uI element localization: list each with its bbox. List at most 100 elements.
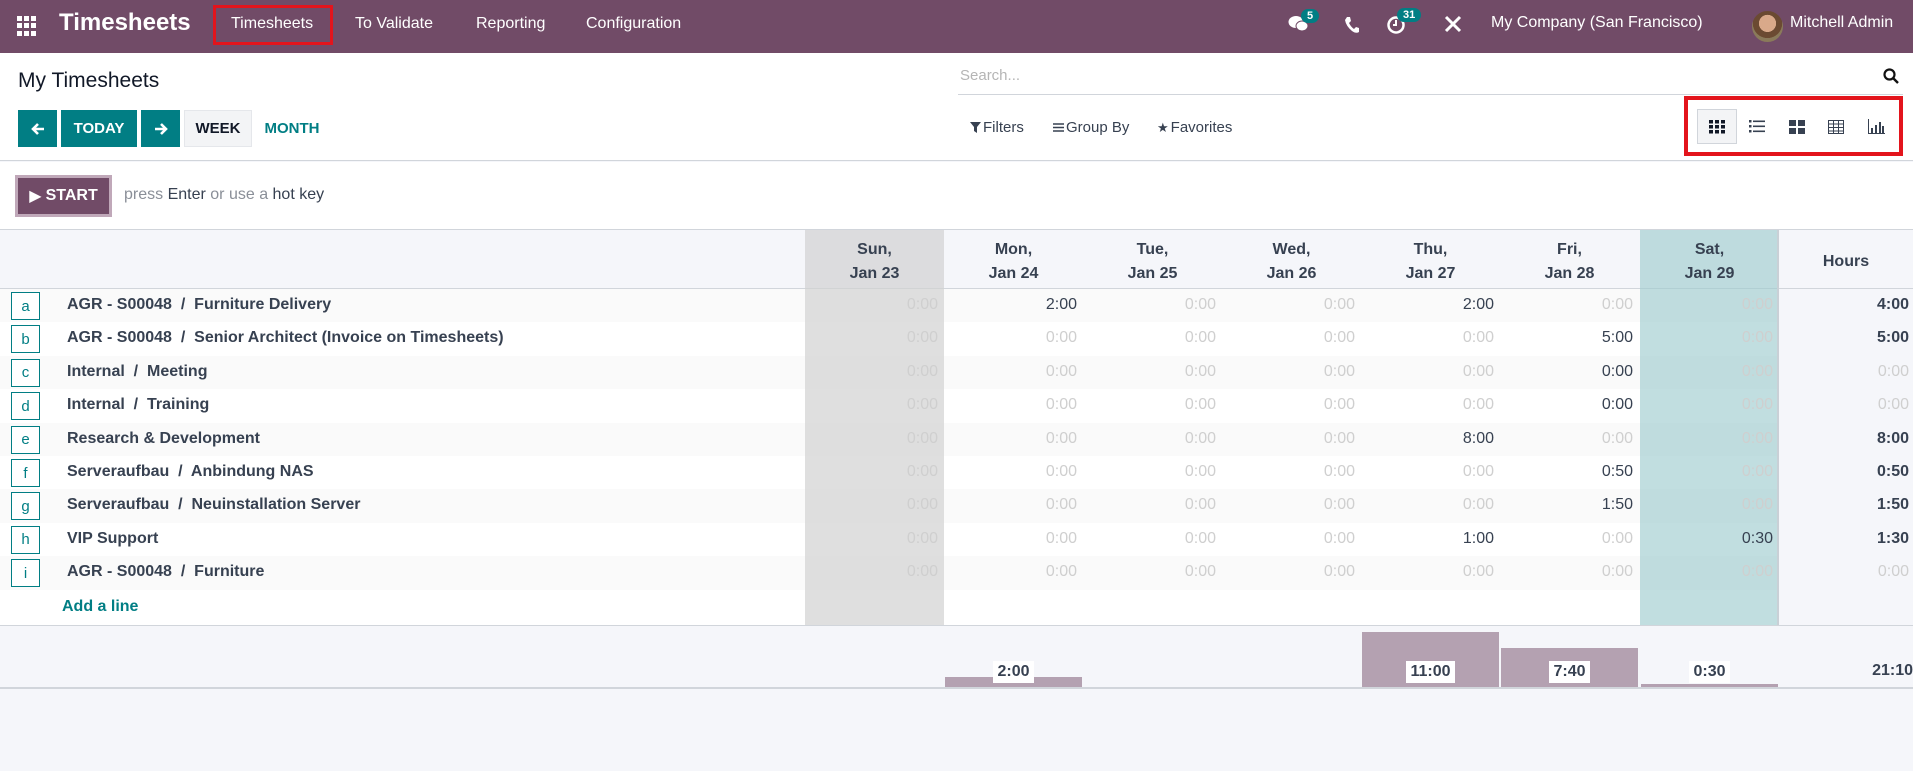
time-cell[interactable]: 0:00 [1083, 430, 1222, 448]
time-cell[interactable]: 0:00 [1222, 296, 1361, 314]
time-cell[interactable]: 0:00 [944, 396, 1083, 414]
company-switcher[interactable]: My Company (San Francisco) [1491, 14, 1703, 32]
time-cell[interactable]: 0:00 [1500, 430, 1639, 448]
time-cell[interactable]: 0:00 [1083, 530, 1222, 548]
time-cell[interactable]: 0:00 [1083, 363, 1222, 381]
time-cell[interactable]: 0:00 [805, 530, 944, 548]
time-cell[interactable]: 0:00 [1500, 296, 1639, 314]
time-cell[interactable]: 0:00 [805, 363, 944, 381]
row-hotkey[interactable]: a [11, 292, 40, 320]
filters-button[interactable]: Filters [970, 119, 1024, 136]
row-hotkey[interactable]: c [11, 358, 40, 387]
time-cell[interactable]: 0:00 [1361, 363, 1500, 381]
menu-to-validate[interactable]: To Validate [355, 15, 433, 33]
time-cell[interactable]: 0:00 [805, 463, 944, 481]
time-cell[interactable]: 8:00 [1361, 430, 1500, 448]
row-hotkey[interactable]: i [11, 559, 40, 588]
start-timer-button[interactable]: ▶ START [15, 175, 112, 217]
time-cell[interactable]: 0:00 [1500, 396, 1639, 414]
grid-view-button[interactable] [1697, 109, 1737, 144]
time-cell[interactable]: 0:00 [805, 496, 944, 514]
time-cell[interactable]: 0:00 [1500, 563, 1639, 581]
time-cell[interactable]: 0:30 [1640, 530, 1779, 548]
row-hotkey[interactable]: h [11, 525, 40, 554]
previous-button[interactable] [18, 110, 57, 147]
time-cell[interactable]: 0:00 [944, 363, 1083, 381]
time-cell[interactable]: 0:00 [1361, 396, 1500, 414]
time-cell[interactable]: 0:00 [1640, 363, 1779, 381]
time-cell[interactable]: 0:00 [1640, 463, 1779, 481]
time-cell[interactable]: 0:00 [944, 329, 1083, 347]
time-cell[interactable]: 0:00 [1640, 296, 1779, 314]
time-cell[interactable]: 0:00 [805, 430, 944, 448]
time-cell[interactable]: 0:00 [1222, 363, 1361, 381]
time-cell[interactable]: 0:00 [1083, 496, 1222, 514]
pivot-view-button[interactable] [1816, 109, 1856, 144]
time-cell[interactable]: 0:00 [1083, 296, 1222, 314]
apps-menu-icon[interactable] [17, 16, 37, 36]
time-cell[interactable]: 0:00 [805, 396, 944, 414]
menu-reporting[interactable]: Reporting [476, 15, 545, 33]
time-cell[interactable]: 0:00 [1083, 463, 1222, 481]
time-cell[interactable]: 0:00 [1222, 396, 1361, 414]
row-hotkey[interactable]: f [11, 459, 40, 487]
time-cell[interactable]: 0:00 [1222, 563, 1361, 581]
time-cell[interactable]: 2:00 [944, 296, 1083, 314]
time-cell[interactable]: 0:00 [1083, 563, 1222, 581]
next-button[interactable] [141, 110, 180, 147]
time-cell[interactable]: 0:00 [944, 430, 1083, 448]
debug-tools-button[interactable] [1444, 15, 1462, 38]
time-cell[interactable]: 2:00 [1361, 296, 1500, 314]
time-cell[interactable]: 0:00 [1222, 463, 1361, 481]
time-cell[interactable]: 0:00 [805, 296, 944, 314]
time-cell[interactable]: 1:50 [1500, 496, 1639, 514]
time-cell[interactable]: 0:00 [1222, 530, 1361, 548]
time-cell[interactable]: 0:00 [805, 329, 944, 347]
time-cell[interactable]: 1:00 [1361, 530, 1500, 548]
kanban-view-button[interactable] [1777, 109, 1817, 144]
time-cell[interactable]: 0:00 [1640, 563, 1779, 581]
time-cell[interactable]: 0:00 [1361, 563, 1500, 581]
time-cell[interactable]: 0:00 [1222, 430, 1361, 448]
row-hotkey[interactable]: b [11, 325, 40, 354]
list-view-button[interactable] [1737, 109, 1777, 144]
search-input[interactable] [960, 67, 1840, 84]
phone-button[interactable] [1344, 16, 1360, 39]
row-hotkey[interactable]: g [11, 492, 40, 521]
time-cell[interactable]: 0:00 [944, 530, 1083, 548]
time-cell[interactable]: 0:00 [944, 463, 1083, 481]
time-cell[interactable]: 0:00 [1361, 496, 1500, 514]
time-cell[interactable]: 0:00 [1222, 329, 1361, 347]
bars-icon [1053, 123, 1064, 132]
time-cell[interactable]: 0:00 [944, 563, 1083, 581]
week-range-button[interactable]: WEEK [184, 110, 252, 147]
add-line-link[interactable]: Add a line [62, 598, 138, 616]
time-cell[interactable]: 5:00 [1500, 329, 1639, 347]
today-button[interactable]: TODAY [61, 110, 137, 147]
time-cell[interactable]: 0:00 [1361, 463, 1500, 481]
time-cell[interactable]: 0:00 [1640, 496, 1779, 514]
row-hotkey[interactable]: e [11, 425, 40, 454]
menu-configuration[interactable]: Configuration [586, 15, 681, 33]
user-menu[interactable]: Mitchell Admin [1790, 14, 1893, 32]
user-avatar[interactable] [1752, 11, 1783, 42]
search-icon[interactable] [1883, 68, 1899, 84]
month-range-button[interactable]: MONTH [256, 110, 328, 147]
time-cell[interactable]: 0:00 [1361, 329, 1500, 347]
row-hotkey[interactable]: d [11, 392, 40, 421]
time-cell[interactable]: 0:00 [1083, 396, 1222, 414]
favorites-button[interactable]: ★ Favorites [1157, 119, 1232, 136]
graph-view-button[interactable] [1856, 109, 1896, 144]
time-cell[interactable]: 0:00 [805, 563, 944, 581]
time-cell[interactable]: 0:00 [1500, 363, 1639, 381]
time-cell[interactable]: 0:00 [1500, 530, 1639, 548]
time-cell[interactable]: 0:00 [1640, 396, 1779, 414]
time-cell[interactable]: 0:50 [1500, 463, 1639, 481]
time-cell[interactable]: 0:00 [944, 496, 1083, 514]
time-cell[interactable]: 0:00 [1640, 329, 1779, 347]
menu-timesheets[interactable]: Timesheets [231, 15, 313, 33]
group-by-button[interactable]: Group By [1053, 119, 1129, 136]
time-cell[interactable]: 0:00 [1640, 430, 1779, 448]
time-cell[interactable]: 0:00 [1222, 496, 1361, 514]
time-cell[interactable]: 0:00 [1083, 329, 1222, 347]
